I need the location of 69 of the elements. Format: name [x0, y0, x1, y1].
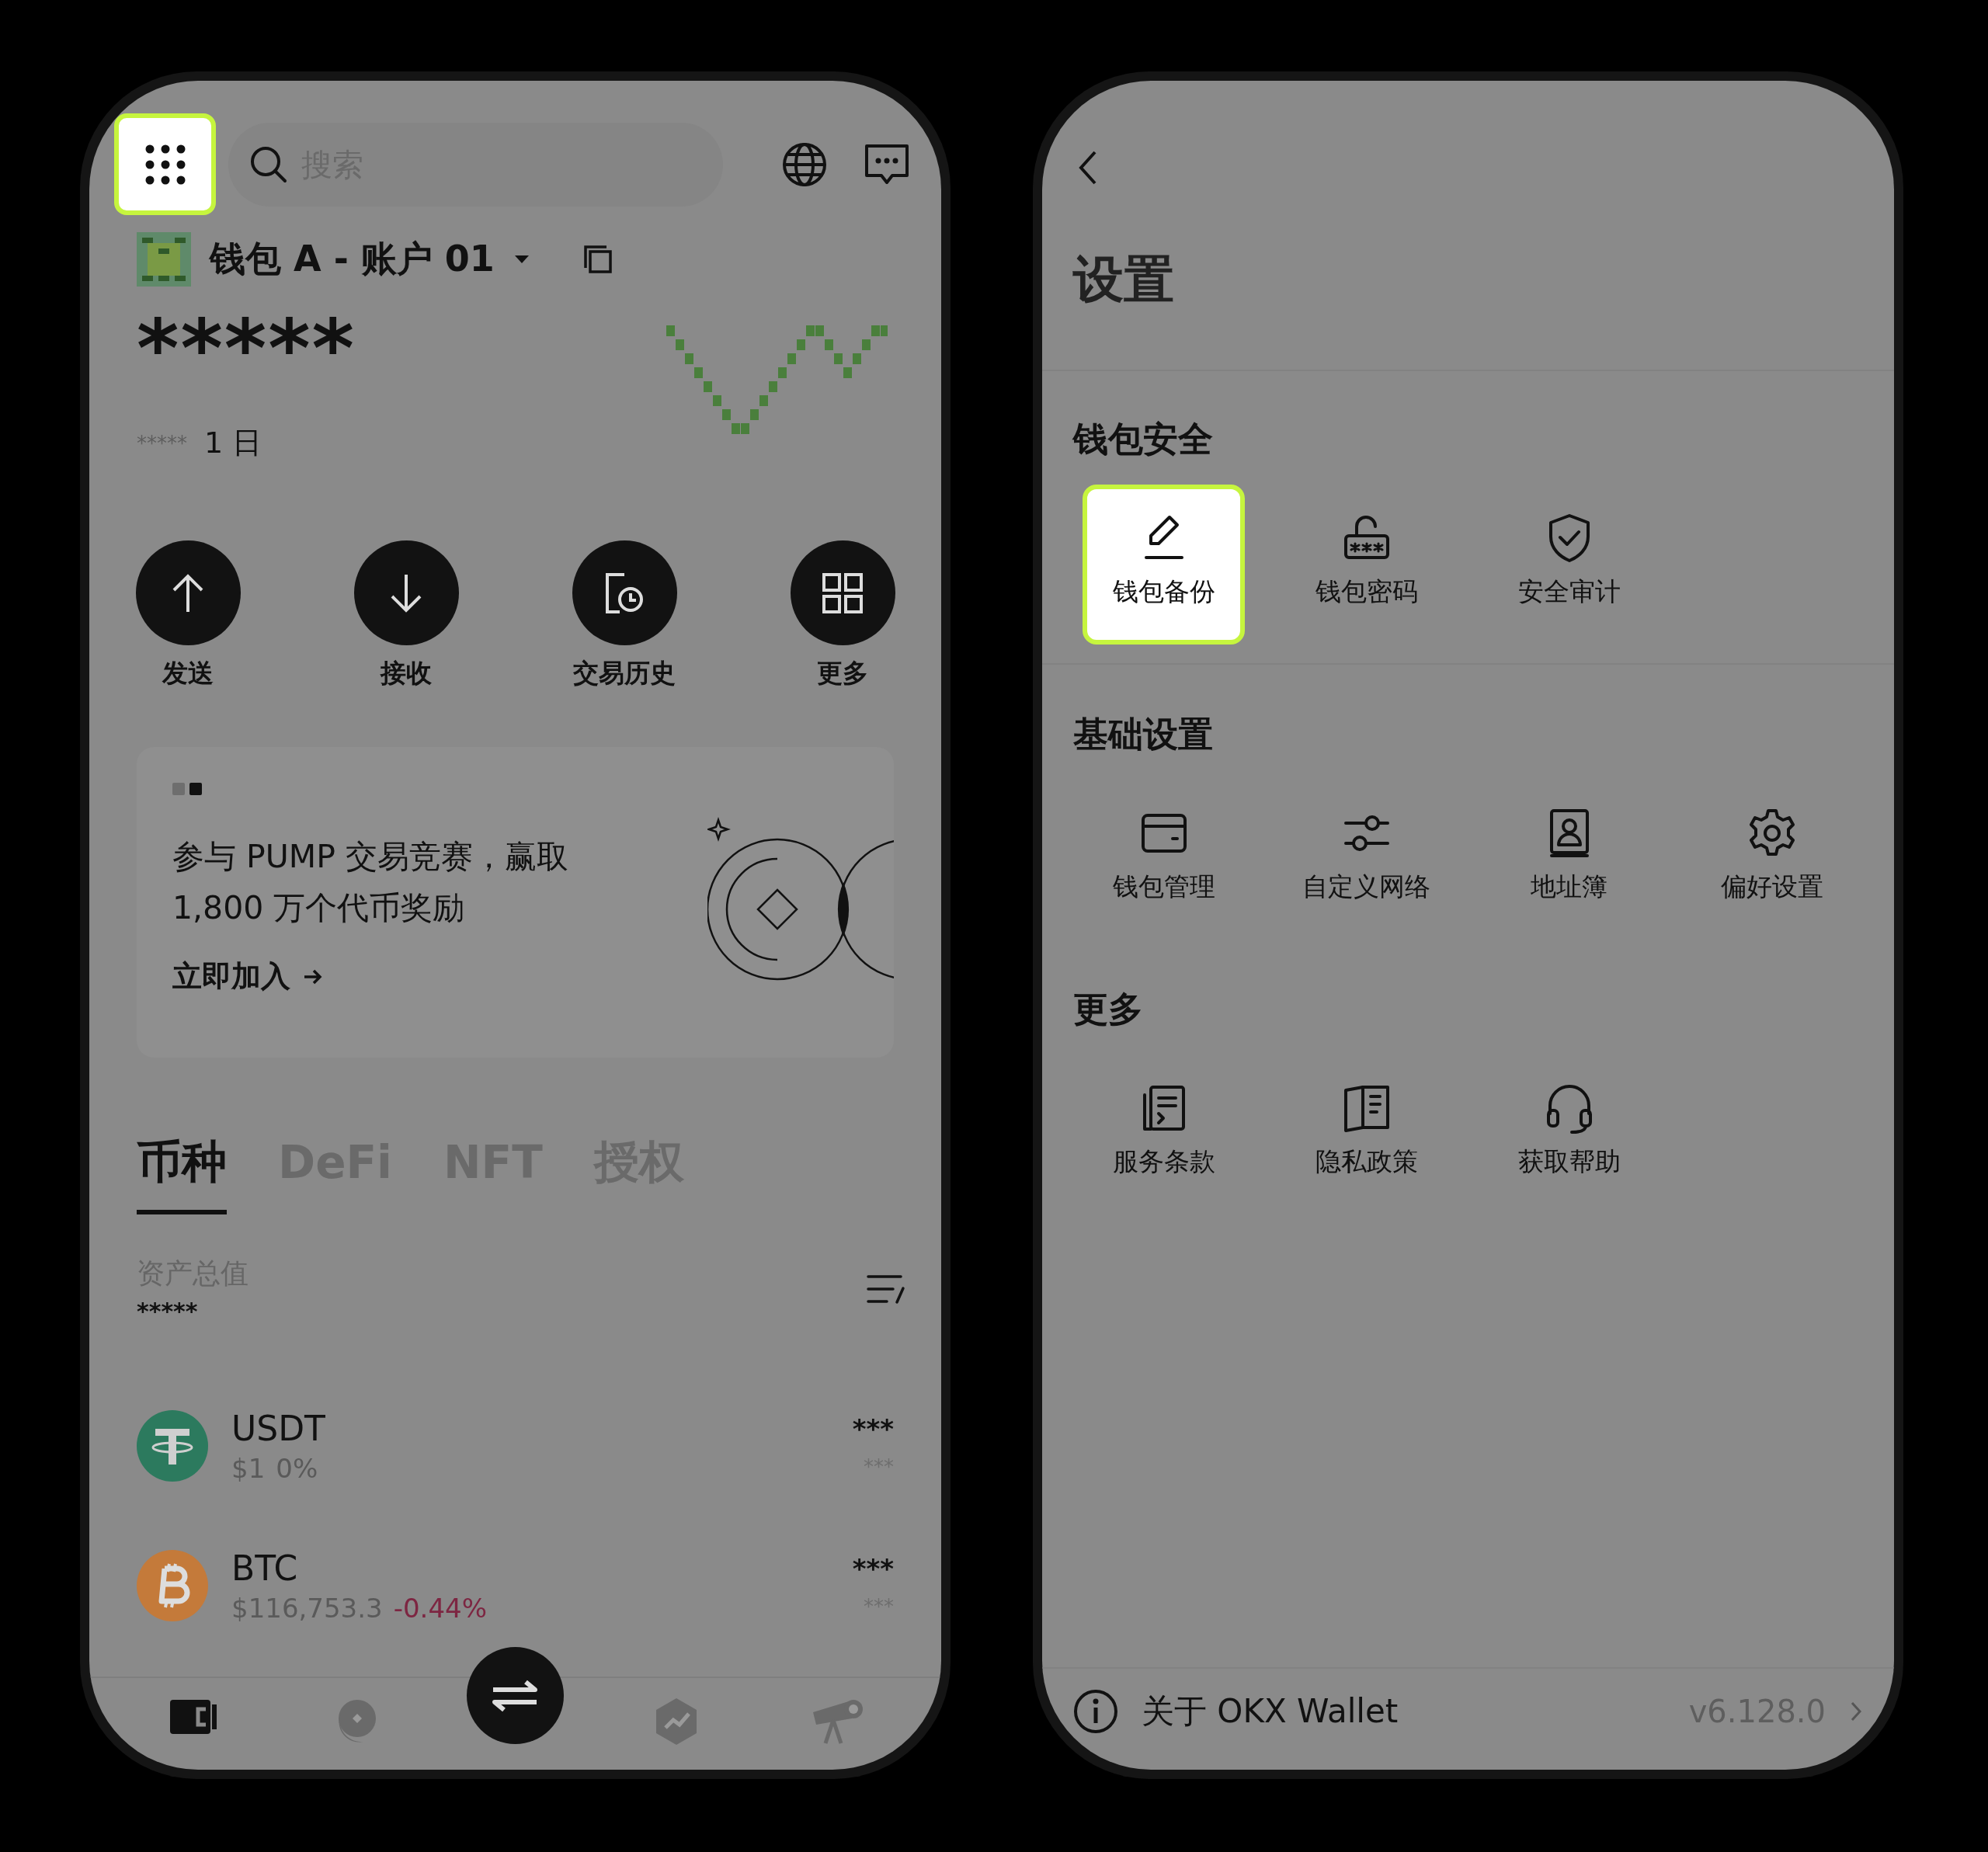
message-icon[interactable] — [864, 142, 910, 186]
sparkline-pixel — [853, 353, 861, 364]
section-title: 钱包安全 — [1073, 418, 1214, 461]
sparkline-pixel — [722, 409, 731, 420]
action-label: 交易历史 — [573, 657, 676, 690]
coin-amount: *** — [852, 1553, 894, 1584]
promo-text: 参与 PUMP 交易竞赛，赢取1,800 万个代币奖励 — [172, 837, 569, 928]
settings-item[interactable]: 服务条款 — [1083, 1055, 1245, 1214]
coin-value: *** — [864, 1595, 894, 1618]
settings-item[interactable]: 安全审计 — [1488, 485, 1650, 645]
settings-item[interactable]: 获取帮助 — [1488, 1055, 1650, 1214]
change-value: ***** — [137, 431, 187, 455]
settings-item[interactable]: 偏好设置 — [1691, 780, 1853, 940]
sparkline-pixel — [694, 367, 703, 378]
sparkline-pixel — [862, 339, 871, 350]
sparkline-pixel — [666, 325, 675, 336]
menu-button[interactable] — [114, 113, 216, 215]
info-icon — [1073, 1689, 1118, 1734]
sparkline-pixel — [787, 353, 796, 364]
sparkline-pixel — [713, 395, 721, 406]
sparkline-pixel — [685, 353, 693, 364]
sparkline-pixel — [806, 325, 815, 336]
sparkline-pixel — [797, 339, 805, 350]
chevron-right-icon — [1849, 1700, 1863, 1723]
coin-symbol: USDT — [231, 1408, 326, 1448]
price-change: -0.44% — [393, 1592, 487, 1624]
coin-value: *** — [864, 1455, 894, 1478]
copy-icon[interactable] — [582, 245, 613, 274]
settings-item[interactable]: 自定义网络 — [1285, 780, 1448, 940]
sparkline-pixel — [881, 325, 888, 336]
promo-card[interactable]: 参与 PUMP 交易竞赛，赢取1,800 万个代币奖励 立即加入 — [137, 747, 894, 1058]
sparkline-pixel — [815, 325, 824, 336]
sparkline-pixel — [741, 423, 749, 434]
globe-icon[interactable] — [781, 141, 828, 188]
settings-item[interactable]: 隐私政策 — [1285, 1055, 1448, 1214]
sparkline-pixel — [825, 339, 833, 350]
sparkline-pixel — [769, 381, 777, 392]
period-label: 1 日 — [204, 425, 262, 461]
coin-symbol: BTC — [231, 1548, 299, 1588]
action-label: 接收 — [381, 657, 432, 690]
section-title: 基础设置 — [1073, 713, 1214, 756]
action-label: 更多 — [817, 657, 868, 690]
tab[interactable]: 币种 — [137, 1132, 227, 1214]
account-name[interactable]: 钱包 A - 账户 01 — [210, 235, 495, 283]
settings-item[interactable]: 钱包管理 — [1083, 780, 1245, 940]
sparkline-pixel — [871, 325, 880, 336]
coin-amount: *** — [852, 1413, 894, 1444]
balance-value: ***** — [137, 314, 356, 383]
sparkline-pixel — [778, 367, 787, 378]
sparkline-pixel — [750, 409, 759, 420]
about-label: 关于 OKX Wallet — [1142, 1691, 1399, 1732]
sparkline-pixel — [843, 367, 852, 378]
total-value: ***** — [137, 1298, 199, 1325]
caret-icon[interactable] — [513, 254, 530, 265]
sparkline-pixel — [676, 339, 684, 350]
settings-item[interactable]: 钱包密码 — [1285, 485, 1448, 645]
avatar-icon — [137, 232, 191, 287]
sparkline-pixel — [732, 423, 740, 434]
section-title: 更多 — [1073, 988, 1144, 1031]
sparkline-pixel — [834, 353, 843, 364]
join-link[interactable]: 立即加入 — [172, 957, 290, 996]
page-title: 设置 — [1073, 249, 1175, 310]
settings-item[interactable]: 钱包备份 — [1083, 485, 1245, 645]
sparkline-pixel — [759, 395, 768, 406]
sparkline-pixel — [704, 381, 712, 392]
grid-icon — [821, 571, 864, 615]
arrow-right-icon — [303, 968, 323, 985]
action-label: 发送 — [162, 657, 214, 690]
settings-item[interactable]: 地址簿 — [1488, 780, 1650, 940]
